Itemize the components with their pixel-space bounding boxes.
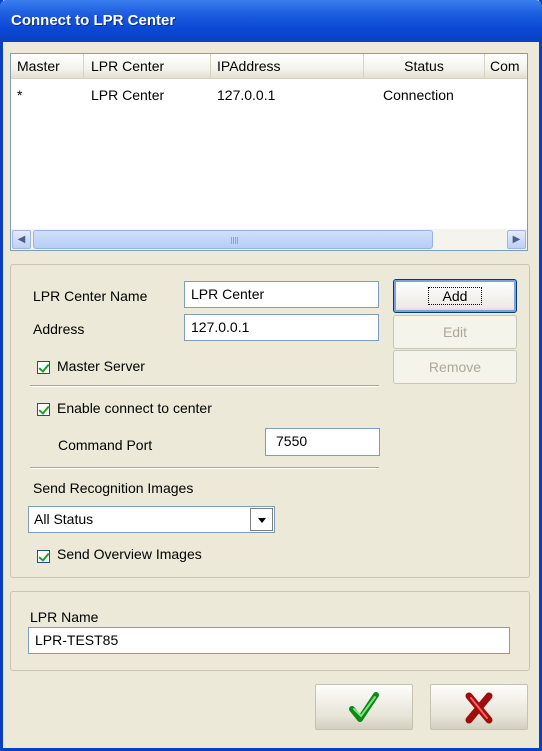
address-label: Address — [33, 321, 85, 337]
address-input[interactable]: 127.0.0.1 — [184, 314, 379, 341]
master-server-checkbox[interactable] — [37, 361, 50, 374]
cell-status: Connection — [383, 87, 454, 103]
chevron-down-icon[interactable] — [250, 508, 273, 531]
master-server-label: Master Server — [57, 358, 145, 374]
scroll-left-icon[interactable]: ◀ — [12, 230, 31, 249]
separator — [30, 467, 379, 469]
command-port-input[interactable]: 7550 — [265, 428, 380, 456]
x-icon — [465, 692, 493, 724]
send-overview-checkbox[interactable] — [37, 550, 50, 563]
center-name-label: LPR Center Name — [33, 288, 148, 304]
remove-button[interactable]: Remove — [393, 350, 517, 384]
edit-button[interactable]: Edit — [393, 315, 517, 349]
send-overview-label: Send Overview Images — [57, 546, 202, 562]
scroll-thumb[interactable] — [33, 230, 433, 249]
column-ipaddress[interactable]: IPAddress — [211, 54, 364, 79]
ok-button[interactable] — [315, 684, 413, 730]
send-images-select[interactable]: All Status — [28, 506, 275, 533]
send-images-value: All Status — [34, 511, 94, 527]
enable-connect-label: Enable connect to center — [57, 400, 212, 416]
remove-button-label: Remove — [428, 359, 482, 375]
cell-lpr-center: LPR Center — [91, 87, 165, 103]
column-lpr-center[interactable]: LPR Center — [84, 54, 211, 79]
separator — [30, 385, 379, 387]
horizontal-scrollbar[interactable]: ◀ ▶ — [11, 229, 527, 250]
center-name-input[interactable]: LPR Center — [184, 281, 379, 308]
lpr-center-list[interactable]: Master LPR Center IPAddress Status Com *… — [10, 53, 528, 251]
column-status[interactable]: Status — [364, 54, 485, 79]
command-port-label: Command Port — [58, 437, 153, 453]
send-images-label: Send Recognition Images — [33, 480, 194, 496]
cell-ipaddress: 127.0.0.1 — [217, 87, 276, 103]
scroll-right-icon[interactable]: ▶ — [507, 230, 526, 249]
lpr-name-input[interactable]: LPR-TEST85 — [28, 627, 510, 654]
cancel-button[interactable] — [430, 684, 528, 730]
list-row[interactable]: * LPR Center 127.0.0.1 Connection — [11, 84, 527, 106]
grip-icon — [231, 237, 239, 244]
column-master[interactable]: Master — [11, 54, 84, 79]
add-button[interactable]: Add — [393, 279, 517, 313]
list-header: Master LPR Center IPAddress Status Com — [11, 54, 527, 79]
enable-connect-checkbox[interactable] — [37, 403, 50, 416]
title-bar[interactable]: Connect to LPR Center — [0, 0, 542, 42]
dialog-window: Connect to LPR Center Master LPR Center … — [0, 0, 542, 751]
column-com[interactable]: Com — [485, 54, 527, 79]
check-icon — [349, 692, 379, 722]
edit-button-label: Edit — [442, 324, 468, 340]
lpr-name-label: LPR Name — [30, 609, 99, 625]
window-title: Connect to LPR Center — [11, 12, 176, 29]
cell-master: * — [17, 87, 23, 103]
add-button-label: Add — [427, 287, 483, 305]
